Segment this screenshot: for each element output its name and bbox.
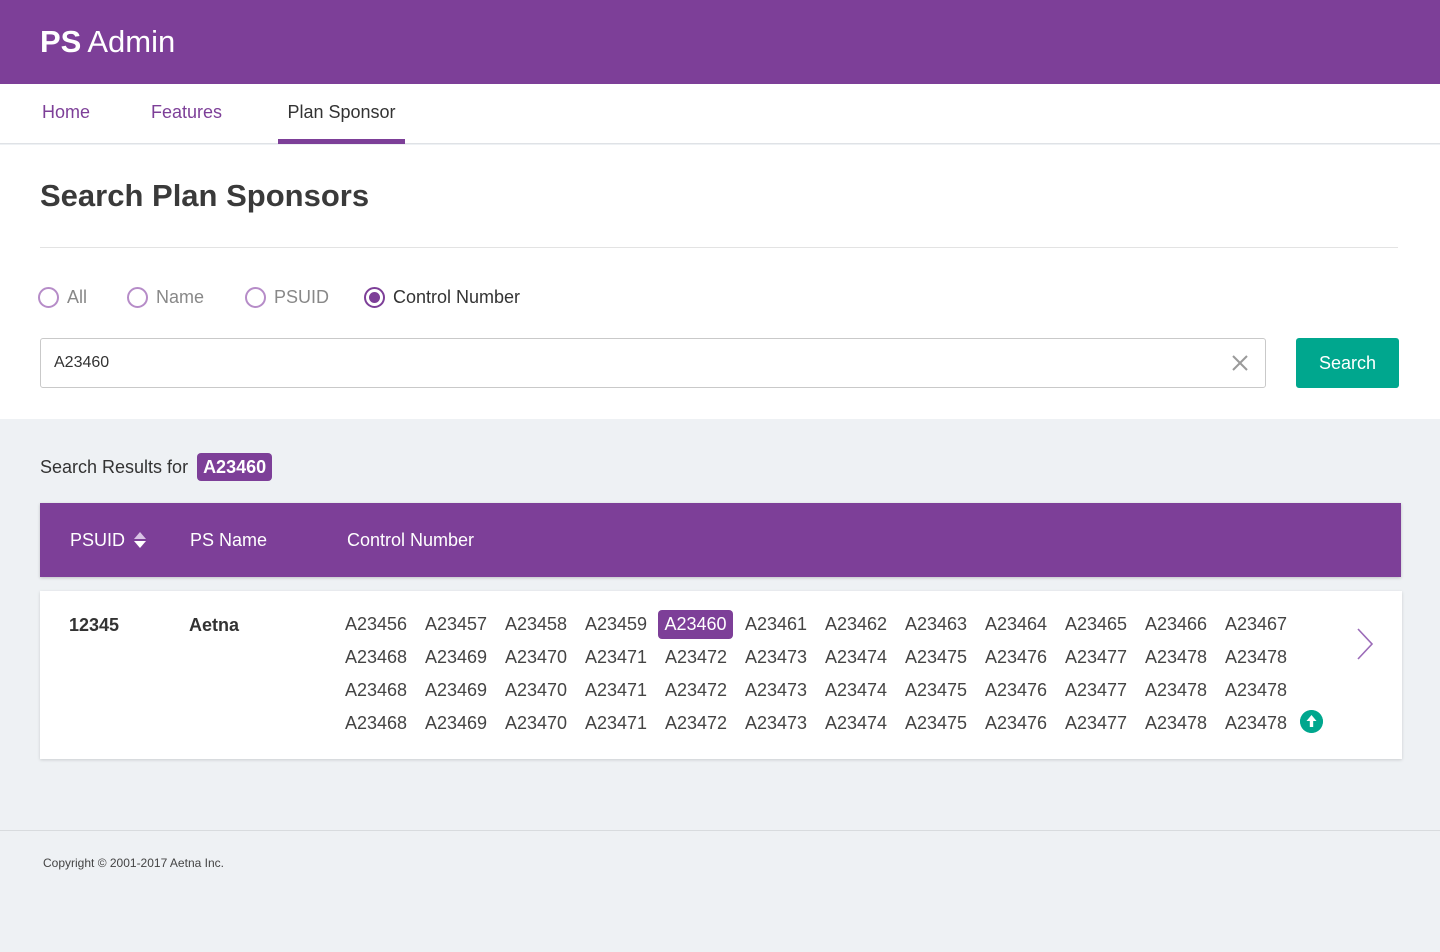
results-heading: Search Results for A23460 [40, 453, 273, 481]
control-number-item[interactable]: A23477 [1056, 709, 1136, 738]
radio-circle[interactable] [245, 286, 266, 308]
control-number-item[interactable]: A23474 [816, 676, 896, 705]
control-number-item[interactable]: A23473 [736, 709, 816, 738]
control-number-item[interactable]: A23474 [816, 643, 896, 672]
control-number-item[interactable]: A23478 [1136, 676, 1216, 705]
control-number-item[interactable]: A23463 [896, 610, 976, 639]
control-number-item[interactable]: A23465 [1056, 610, 1136, 639]
footer-divider [0, 830, 1440, 831]
filter-psuid-label: PSUID [274, 286, 330, 307]
control-number-item[interactable]: A23476 [976, 643, 1056, 672]
control-number-item[interactable]: A23471 [576, 709, 656, 738]
control-number-item[interactable]: A23464 [976, 610, 1056, 639]
control-number-line: A23468 A23469 A23470 A23471 A23472 A23473 A234… [336, 676, 1306, 709]
filter-control-number-label: Control Number [393, 286, 521, 307]
control-number-item[interactable]: A23478 [1216, 643, 1296, 672]
control-number-item[interactable]: A23475 [896, 676, 976, 705]
control-number-item[interactable]: A23466 [1136, 610, 1216, 639]
control-number-item[interactable]: A23476 [976, 709, 1056, 738]
control-number-item[interactable]: A23471 [576, 676, 656, 705]
filter-all-label: All [67, 286, 88, 307]
control-number-item[interactable]: A23478 [1216, 709, 1296, 738]
sort-icon[interactable] [132, 530, 148, 550]
tab-home[interactable]: Home [42, 84, 90, 144]
filter-name-radio[interactable]: Name [127, 285, 204, 309]
control-number-item[interactable]: A23470 [496, 643, 576, 672]
control-number-item[interactable]: A23475 [896, 709, 976, 738]
results-term-badge: A23460 [197, 453, 273, 481]
control-number-line: A23468 A23469 A23470 A23471 A23472 A23473 A234… [336, 709, 1306, 742]
ps-name-cell: Aetna [189, 615, 240, 635]
filter-psuid-radio[interactable]: PSUID [245, 285, 329, 309]
divider [40, 247, 1398, 248]
control-number-item[interactable]: A23475 [896, 643, 976, 672]
filter-name-label: Name [156, 286, 205, 307]
radio-circle[interactable] [127, 286, 148, 308]
control-number-item[interactable]: A23478 [1136, 709, 1216, 738]
control-number-item[interactable]: A23478 [1136, 643, 1216, 672]
control-number-line: A23468 A23469 A23470 A23471 A23472 A23473 A234… [336, 643, 1306, 676]
psuid-cell: 12345 [69, 615, 120, 635]
tab-plan-sponsor[interactable]: Plan Sponsor [278, 84, 405, 144]
control-number-item[interactable]: A23468 [336, 643, 416, 672]
table-header: PSUID PS Name Control Number [40, 503, 1401, 577]
control-number-item[interactable]: A23477 [1056, 643, 1136, 672]
brand-light: Admin [87, 24, 176, 59]
control-number-item[interactable]: A23472 [656, 709, 736, 738]
brand-bold: PS [40, 24, 82, 59]
control-number-item[interactable]: A23477 [1056, 676, 1136, 705]
control-number-item[interactable]: A23476 [976, 676, 1056, 705]
chevron-right-icon[interactable] [1356, 627, 1374, 661]
table-row[interactable]: 12345 Aetna A23456 A23457 A23458 A23459 A234… [40, 591, 1402, 759]
radio-circle-selected[interactable] [364, 286, 385, 308]
control-number-item[interactable]: A23469 [416, 643, 496, 672]
column-header-psuid[interactable]: PSUID [70, 503, 125, 577]
filter-all-radio[interactable]: All [38, 285, 87, 309]
control-number-item[interactable]: A23459 [576, 610, 656, 639]
control-number-item[interactable]: A23461 [736, 610, 816, 639]
column-header-ps-name[interactable]: PS Name [190, 503, 267, 577]
tab-features[interactable]: Features [151, 84, 222, 144]
search-field [40, 338, 1266, 388]
control-number-item[interactable]: A23470 [496, 709, 576, 738]
column-header-psuid-label: PSUID [70, 530, 126, 550]
close-icon[interactable] [1229, 352, 1251, 374]
search-input[interactable] [41, 339, 1221, 387]
column-header-control-number[interactable]: Control Number [347, 503, 474, 577]
control-number-item-highlighted[interactable]: A23460 [658, 610, 733, 639]
search-button[interactable]: Search [1296, 338, 1399, 388]
control-number-item[interactable]: A23457 [416, 610, 496, 639]
control-number-item[interactable]: A23473 [736, 643, 816, 672]
control-number-item[interactable]: A23478 [1216, 676, 1296, 705]
control-number-item[interactable]: A23474 [816, 709, 896, 738]
control-number-item[interactable]: A23468 [336, 709, 416, 738]
radio-circle[interactable] [38, 286, 59, 308]
filter-control-number-radio[interactable]: Control Number [364, 285, 520, 309]
control-number-item[interactable]: A23469 [416, 676, 496, 705]
control-number-item[interactable]: A23472 [656, 676, 736, 705]
control-number-line: A23456 A23457 A23458 A23459 A23460 A23461 A234… [336, 610, 1306, 643]
search-panel: Search Plan Sponsors All Name PSUID Cont… [0, 145, 1440, 419]
arrow-up-icon[interactable] [1300, 710, 1323, 733]
control-number-item[interactable]: A23473 [736, 676, 816, 705]
page-title: Search Plan Sponsors [40, 178, 370, 213]
control-number-item[interactable]: A23462 [816, 610, 896, 639]
control-number-item[interactable]: A23458 [496, 610, 576, 639]
control-number-item[interactable]: A23470 [496, 676, 576, 705]
control-number-item[interactable]: A23456 [336, 610, 416, 639]
main-nav: Home Features Plan Sponsor [0, 84, 1440, 144]
control-number-item[interactable]: A23472 [656, 643, 736, 672]
control-number-item[interactable]: A23468 [336, 676, 416, 705]
control-number-item[interactable]: A23471 [576, 643, 656, 672]
control-number-item[interactable]: A23467 [1216, 610, 1296, 639]
control-number-item[interactable]: A23469 [416, 709, 496, 738]
results-label: Search Results for [40, 456, 189, 477]
control-number-grid: A23456 A23457 A23458 A23459 A23460 A23461 A234… [336, 610, 1306, 742]
top-bar: PS Admin [0, 0, 1440, 84]
copyright-text: Copyright © 2001-2017 Aetna Inc. [43, 856, 224, 870]
app-brand[interactable]: PS Admin [40, 22, 175, 62]
